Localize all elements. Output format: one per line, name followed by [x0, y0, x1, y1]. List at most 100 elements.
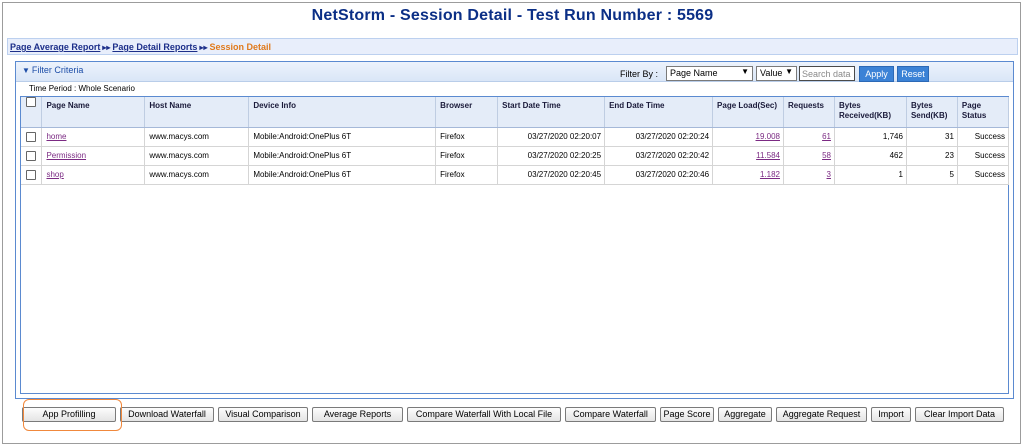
app-profilling-button[interactable]: App Profilling — [22, 407, 116, 422]
page-score-button[interactable]: Page Score — [660, 407, 714, 422]
filter-by-label: Filter By : — [620, 69, 659, 79]
page-status-cell: Success — [957, 146, 1010, 166]
row-select-cell — [21, 127, 43, 147]
breadcrumb-page-average-report[interactable]: Page Average Report — [10, 42, 100, 52]
column-header[interactable]: Bytes Send(KB) — [906, 97, 958, 128]
row-checkbox[interactable] — [26, 150, 37, 161]
filter-field-value: Page Name — [670, 68, 718, 78]
column-header[interactable]: Host Name — [144, 97, 250, 128]
host-name-cell: www.macys.com — [144, 127, 250, 147]
aggregate-button[interactable]: Aggregate — [718, 407, 772, 422]
bytes-received-cell: 1,746 — [834, 127, 907, 147]
browser-cell: Firefox — [435, 165, 499, 185]
page-title: NetStorm - Session Detail - Test Run Num… — [311, 7, 714, 24]
breadcrumb-page-detail-reports[interactable]: Page Detail Reports — [112, 42, 197, 52]
reset-button[interactable]: Reset — [897, 66, 929, 82]
select-all-cell — [21, 97, 43, 128]
page-name-link[interactable]: home — [46, 132, 66, 141]
filter-criteria-label: Filter Criteria — [31, 65, 84, 75]
bytes-send-cell: 23 — [906, 146, 958, 166]
requests-cell: 58 — [783, 146, 835, 166]
start-date-cell: 03/27/2020 02:20:25 — [497, 146, 606, 166]
import-button[interactable]: Import — [871, 407, 911, 422]
filter-value-select[interactable]: Value ▼ — [756, 66, 797, 81]
breadcrumb-separator-icon: ▸▸ — [102, 43, 111, 52]
device-info-cell: Mobile:Android:OnePlus 6T — [248, 165, 437, 185]
browser-cell: Firefox — [435, 146, 499, 166]
page-status-cell: Success — [957, 127, 1010, 147]
page-name-link[interactable]: Permission — [46, 151, 86, 160]
page-frame: NetStorm - Session Detail - Test Run Num… — [2, 2, 1021, 444]
column-header[interactable]: Page Name — [41, 97, 146, 128]
requests-cell: 3 — [783, 165, 835, 185]
average-reports-button[interactable]: Average Reports — [312, 407, 403, 422]
requests-cell: 61 — [783, 127, 835, 147]
time-period-label: Time Period : Whole Scenario — [29, 84, 135, 93]
visual-comparison-button[interactable]: Visual Comparison — [218, 407, 308, 422]
column-header[interactable]: Bytes Received(KB) — [834, 97, 907, 128]
start-date-cell: 03/27/2020 02:20:07 — [497, 127, 606, 147]
column-header[interactable]: Device Info — [248, 97, 437, 128]
page-status-cell: Success — [957, 165, 1010, 185]
page-load-cell: 1.182 — [712, 165, 784, 185]
row-checkbox[interactable] — [26, 131, 37, 142]
filter-header: ▼ Filter Criteria Filter By : Page Name ▼ … — [16, 62, 1013, 82]
page-load-link[interactable]: 1.182 — [760, 170, 780, 179]
requests-link[interactable]: 61 — [822, 132, 831, 141]
end-date-cell: 03/27/2020 02:20:24 — [604, 127, 714, 147]
column-header[interactable]: Page Status — [957, 97, 1010, 128]
clear-import-data-button[interactable]: Clear Import Data — [915, 407, 1004, 422]
table-row: shop www.macys.com Mobile:Android:OnePlu… — [21, 165, 1010, 185]
compare-waterfall-button[interactable]: Compare Waterfall — [565, 407, 656, 422]
table-row: Permission www.macys.com Mobile:Android:… — [21, 146, 1010, 166]
row-select-cell — [21, 165, 43, 185]
page-load-link[interactable]: 19.008 — [756, 132, 780, 141]
page-load-cell: 11.584 — [712, 146, 784, 166]
column-header[interactable]: Browser — [435, 97, 499, 128]
column-header[interactable]: Page Load(Sec) — [712, 97, 784, 128]
triangle-down-icon: ▼ — [22, 66, 30, 75]
compare-waterfall-local-file-button[interactable]: Compare Waterfall With Local File — [407, 407, 561, 422]
page-load-link[interactable]: 11.584 — [756, 151, 780, 160]
apply-button[interactable]: Apply — [859, 66, 894, 82]
bytes-received-cell: 1 — [834, 165, 907, 185]
page-name-link[interactable]: shop — [46, 170, 63, 179]
requests-link[interactable]: 3 — [827, 170, 831, 179]
table-row: home www.macys.com Mobile:Android:OnePlu… — [21, 127, 1010, 147]
page-name-cell: shop — [41, 165, 146, 185]
search-input[interactable] — [799, 66, 855, 81]
filter-value-value: Value — [760, 68, 783, 78]
bytes-received-cell: 462 — [834, 146, 907, 166]
browser-cell: Firefox — [435, 127, 499, 147]
bytes-send-cell: 5 — [906, 165, 958, 185]
start-date-cell: 03/27/2020 02:20:45 — [497, 165, 606, 185]
row-select-cell — [21, 146, 43, 166]
filter-field-select[interactable]: Page Name ▼ — [666, 66, 753, 81]
page-load-cell: 19.008 — [712, 127, 784, 147]
filter-panel: ▼ Filter Criteria Filter By : Page Name ▼ … — [15, 61, 1014, 399]
session-table: Page Name Host Name Device Info Browser … — [20, 96, 1010, 394]
requests-link[interactable]: 58 — [822, 151, 831, 160]
page-name-cell: Permission — [41, 146, 146, 166]
column-header[interactable]: Requests — [783, 97, 835, 128]
aggregate-request-button[interactable]: Aggregate Request — [776, 407, 867, 422]
breadcrumb-current: Session Detail — [209, 42, 271, 52]
bytes-send-cell: 31 — [906, 127, 958, 147]
breadcrumb: Page Average Report ▸▸ Page Detail Reports… — [7, 38, 1018, 55]
chevron-down-icon: ▼ — [785, 67, 793, 76]
row-checkbox[interactable] — [26, 169, 37, 180]
host-name-cell: www.macys.com — [144, 146, 250, 166]
breadcrumb-separator-icon: ▸▸ — [199, 43, 208, 52]
end-date-cell: 03/27/2020 02:20:46 — [604, 165, 714, 185]
device-info-cell: Mobile:Android:OnePlus 6T — [248, 146, 437, 166]
page-name-cell: home — [41, 127, 146, 147]
select-all-checkbox[interactable] — [26, 97, 37, 107]
host-name-cell: www.macys.com — [144, 165, 250, 185]
column-header[interactable]: End Date Time — [604, 97, 714, 128]
column-header[interactable]: Start Date Time — [497, 97, 606, 128]
end-date-cell: 03/27/2020 02:20:42 — [604, 146, 714, 166]
device-info-cell: Mobile:Android:OnePlus 6T — [248, 127, 437, 147]
filter-criteria-toggle[interactable]: ▼ Filter Criteria — [22, 65, 83, 75]
download-waterfall-button[interactable]: Download Waterfall — [120, 407, 214, 422]
chevron-down-icon: ▼ — [741, 67, 749, 76]
